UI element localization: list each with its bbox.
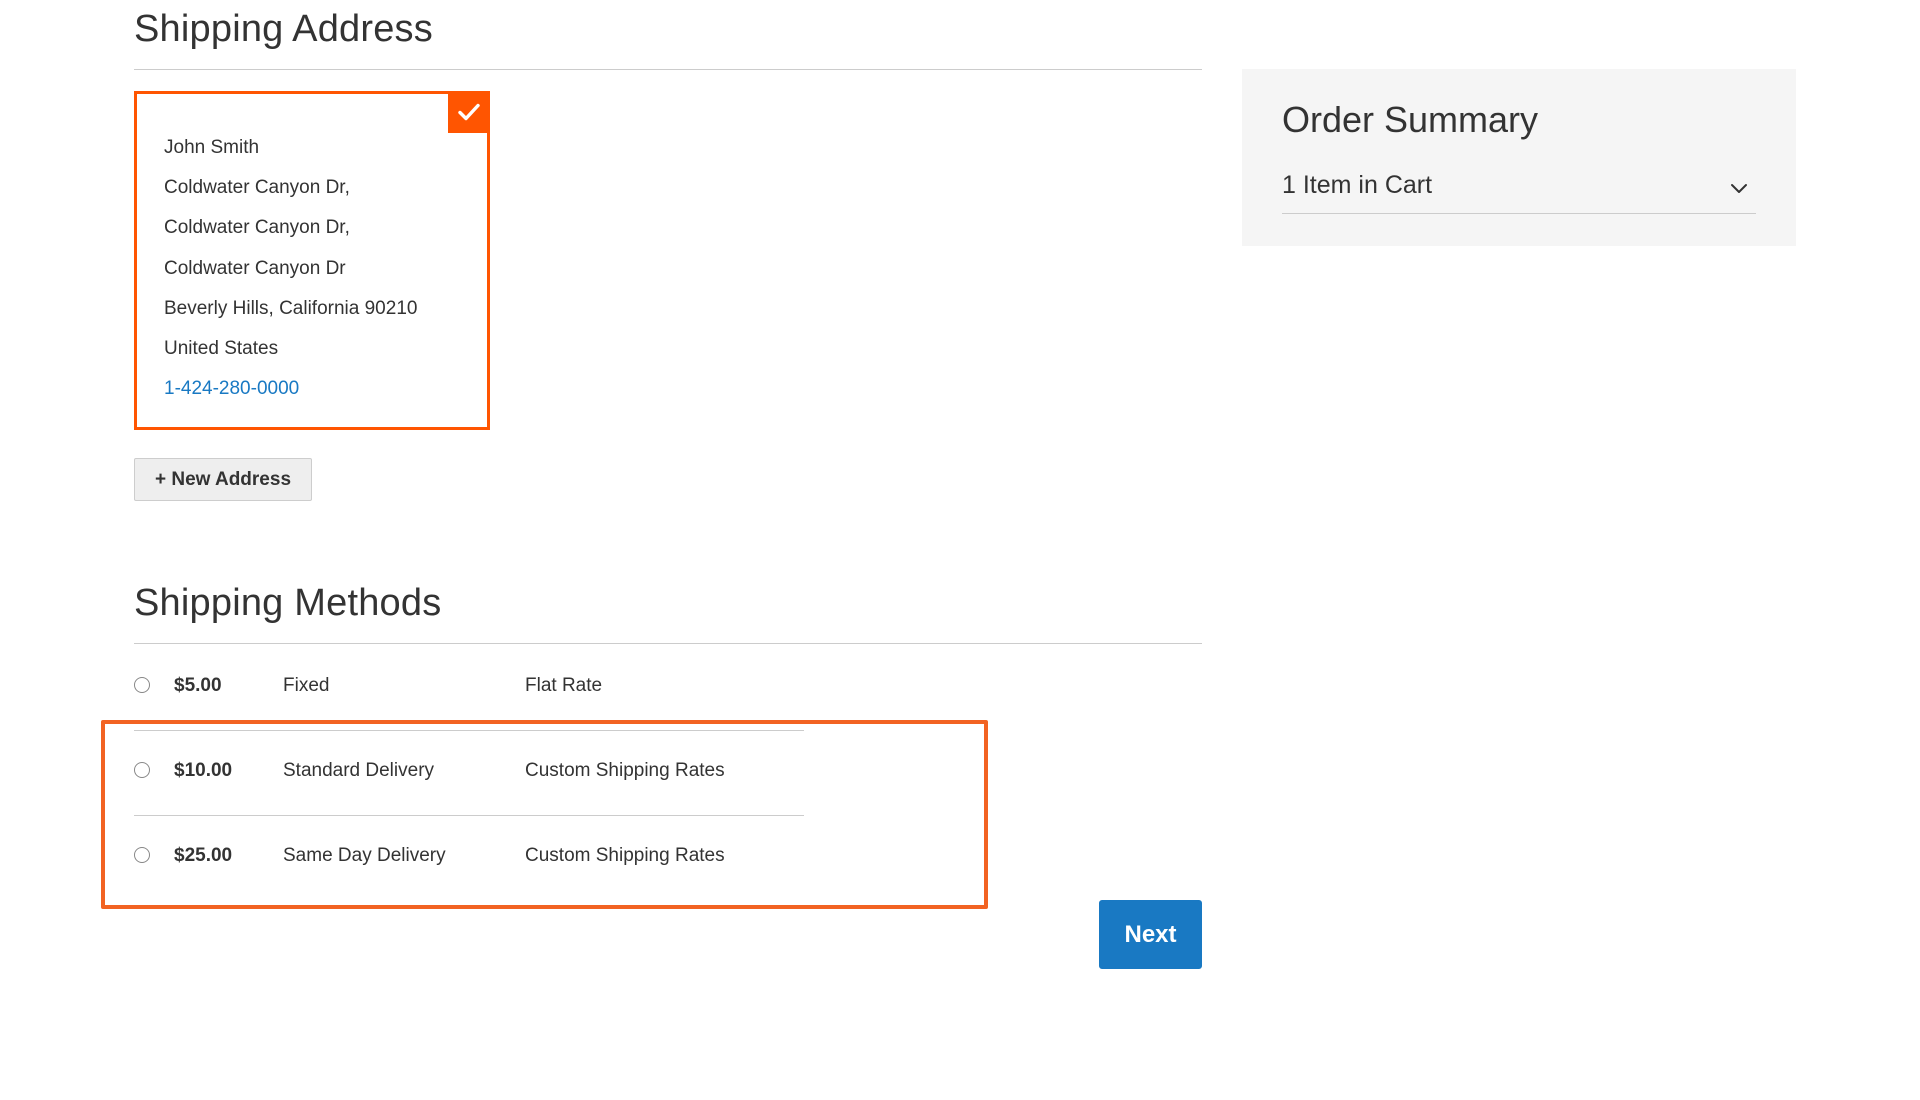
shipping-methods-divider	[134, 643, 1202, 644]
items-in-cart-toggle[interactable]: 1 Item in Cart	[1282, 165, 1756, 214]
shipping-method-row[interactable]: $5.00 Fixed Flat Rate	[134, 646, 804, 726]
shipping-address-title: Shipping Address	[134, 8, 433, 50]
custom-rates-highlight	[101, 720, 988, 909]
address-phone-link[interactable]: 1-424-280-0000	[164, 369, 417, 409]
items-in-cart-label: 1 Item in Cart	[1282, 171, 1433, 199]
address-street-1: Coldwater Canyon Dr,	[164, 177, 350, 199]
address-city-region: Beverly Hills, California 90210	[164, 297, 418, 319]
address-street-3: Coldwater Canyon Dr	[164, 257, 346, 279]
shipping-carrier-name: Flat Rate	[525, 675, 603, 696]
shipping-methods-title: Shipping Methods	[134, 582, 442, 624]
order-summary-title: Order Summary	[1282, 99, 1539, 140]
address-details: John Smith Coldwater Canyon Dr, Coldwate…	[164, 128, 417, 409]
next-button[interactable]: Next	[1099, 900, 1202, 969]
shipping-address-divider	[134, 69, 1202, 70]
shipping-method-name: Fixed	[283, 675, 330, 696]
chevron-down-icon[interactable]	[1730, 179, 1748, 197]
checkout-page: Shipping Address John Smith Coldwater Ca…	[0, 0, 1920, 1100]
selected-address-card[interactable]: John Smith Coldwater Canyon Dr, Coldwate…	[134, 91, 490, 430]
address-country: United States	[164, 338, 279, 360]
address-name: John Smith	[164, 137, 260, 158]
checkmark-icon	[448, 91, 490, 133]
new-address-button[interactable]: + New Address	[134, 458, 312, 501]
shipping-method-radio[interactable]	[134, 677, 150, 693]
shipping-method-price: $5.00	[174, 675, 222, 696]
order-summary-panel: Order Summary 1 Item in Cart	[1242, 69, 1796, 246]
address-street-2: Coldwater Canyon Dr,	[164, 217, 350, 239]
